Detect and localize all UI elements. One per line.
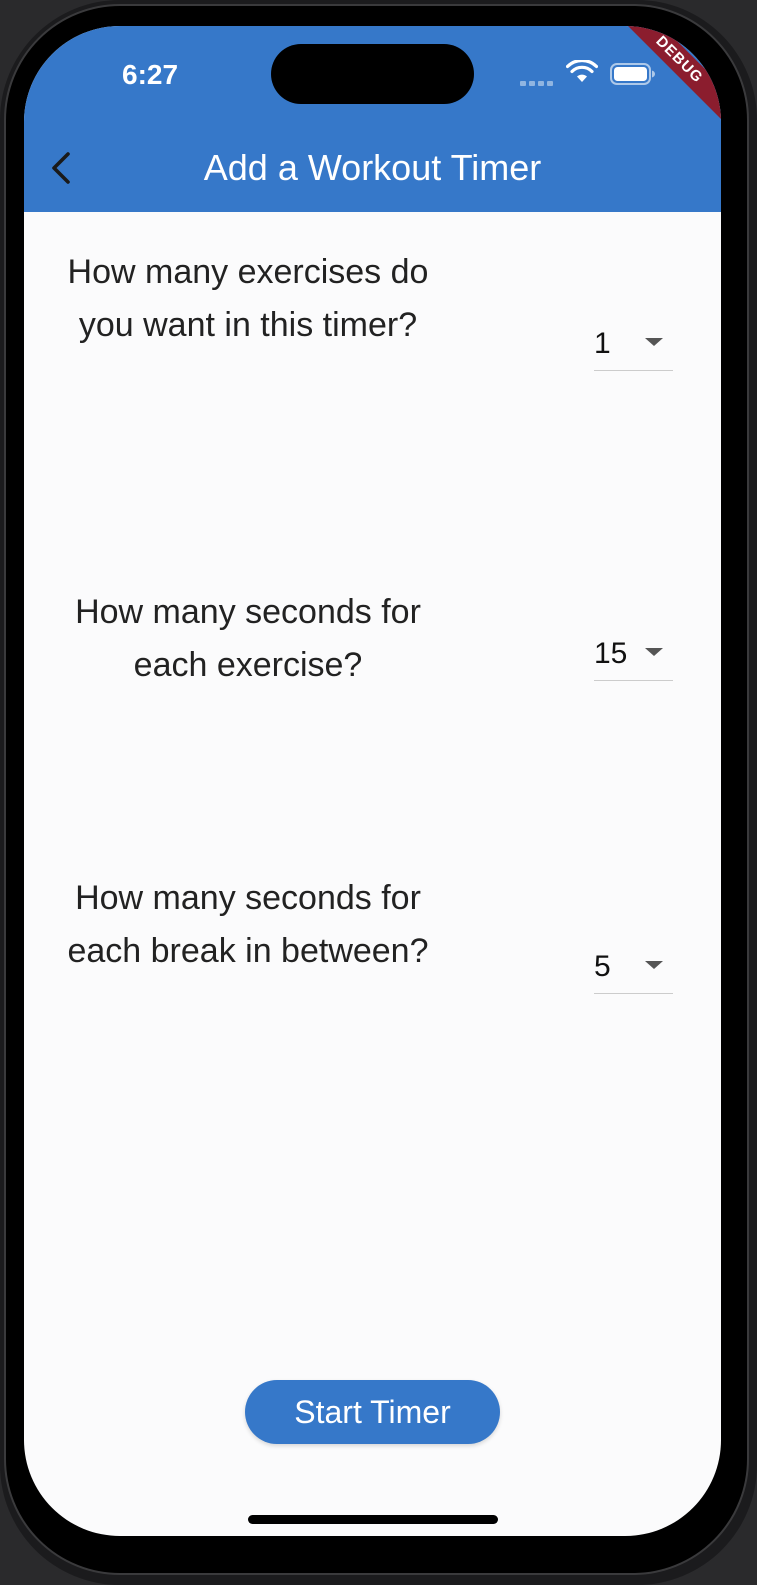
exercise-seconds-value: 15 [594, 637, 628, 670]
dropdown-arrow-icon [645, 338, 663, 346]
break-seconds-question-label: How many seconds for each break in betwe… [67, 879, 429, 970]
exercises-count-value: 1 [594, 327, 611, 360]
battery-icon [610, 63, 655, 85]
wifi-icon [566, 60, 598, 82]
cellular-signal-icon [520, 78, 554, 86]
exercise-seconds-question-label: How many seconds for each exercise? [75, 593, 421, 684]
app-bar: 6:27 DEBUG Add a Workout Timer [24, 26, 721, 212]
exercise-seconds-dropdown[interactable]: 15 [594, 631, 673, 681]
status-time: 6:27 [122, 59, 179, 90]
break-seconds-value: 5 [594, 950, 611, 983]
exercises-question-label: How many exercises do you want in this t… [67, 253, 429, 344]
start-timer-button[interactable]: Start Timer [245, 1380, 500, 1444]
dynamic-island [271, 44, 474, 104]
dropdown-arrow-icon [645, 961, 663, 969]
exercises-count-dropdown[interactable]: 1 [594, 321, 673, 371]
chevron-left-icon [52, 152, 70, 184]
home-indicator[interactable] [248, 1515, 498, 1524]
back-button[interactable] [42, 144, 82, 192]
phone-frame: 6:27 DEBUG Add a Workout Timer How many … [0, 0, 757, 1585]
break-seconds-dropdown[interactable]: 5 [594, 944, 673, 994]
page-title: Add a Workout Timer [203, 147, 542, 188]
dropdown-arrow-icon [645, 648, 663, 656]
app-screen: 6:27 DEBUG Add a Workout Timer How many … [24, 26, 721, 1536]
